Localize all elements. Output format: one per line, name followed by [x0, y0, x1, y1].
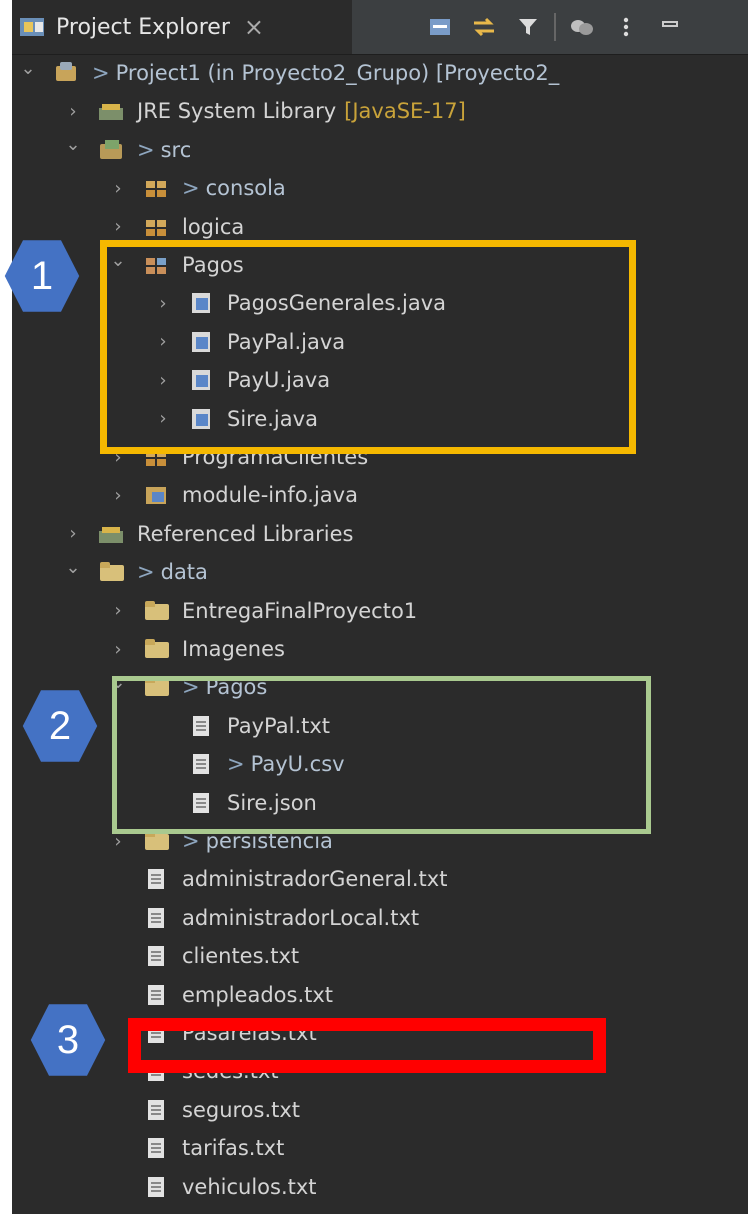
change-marker: >	[182, 176, 200, 201]
tree-item-label: vehiculos.txt	[182, 1174, 317, 1199]
tree-item-decoration: [JavaSE-17]	[344, 99, 466, 124]
project-explorer-icon	[20, 16, 46, 38]
tree-item[interactable]: › module-info.java	[12, 476, 748, 514]
source-folder-icon	[99, 139, 125, 161]
tree-item-label: clientes.txt	[182, 944, 300, 969]
tree-item[interactable]: › Referenced Libraries	[12, 515, 748, 553]
change-marker: >	[92, 61, 110, 85]
tree-item-label: consola	[205, 176, 286, 201]
view-tab-bar: Project Explorer ×	[12, 0, 748, 55]
text-file-icon	[144, 868, 170, 890]
folder-icon	[144, 638, 170, 660]
tree-item[interactable]: › > consola	[12, 169, 748, 207]
filter-icon	[519, 19, 537, 35]
chevron-right-icon[interactable]: ›	[108, 600, 128, 621]
change-marker: >	[137, 137, 155, 162]
tree-item[interactable]: › JRE System Library [JavaSE-17]	[12, 92, 748, 130]
tab-project-explorer[interactable]: Project Explorer ×	[12, 0, 352, 54]
tree-item-label: seguros.txt	[182, 1097, 301, 1122]
text-file-icon	[144, 1099, 170, 1121]
tree-item[interactable]: ›administradorLocal.txt	[12, 899, 748, 937]
tree-item[interactable]: ›empleados.txt	[12, 976, 748, 1014]
library-icon	[99, 100, 125, 122]
number-badge-3: 3	[30, 1002, 106, 1078]
folder-icon	[99, 561, 125, 583]
tree-item-label: module-info.java	[182, 483, 358, 508]
folder-icon	[144, 600, 170, 622]
tree-item-label: empleados.txt	[182, 982, 334, 1007]
chevron-right-icon[interactable]: ›	[108, 216, 128, 237]
tree-item[interactable]: › EntregaFinalProyecto1	[12, 592, 748, 630]
chevron-right-icon[interactable]: ›	[63, 101, 83, 122]
highlight-box-data-pagos	[112, 676, 651, 834]
module-file-icon	[144, 484, 170, 506]
tree-item[interactable]: ›clientes.txt	[12, 937, 748, 975]
badge-number: 2	[48, 703, 72, 748]
tree-item-label: administradorLocal.txt	[182, 905, 420, 930]
tree-item-label: administradorGeneral.txt	[182, 867, 448, 892]
tree-item[interactable]: ›vehiculos.txt	[12, 1168, 748, 1206]
tree-item[interactable]: ›seguros.txt	[12, 1091, 748, 1129]
library-icon	[99, 523, 125, 545]
tree-item-label: tarifas.txt	[182, 1136, 285, 1161]
chevron-down-icon[interactable]: ⌄	[63, 134, 83, 155]
more-vertical-icon	[623, 17, 629, 37]
badge-number: 3	[56, 1017, 80, 1062]
view-menu-button[interactable]	[608, 11, 644, 43]
number-badge-2: 2	[22, 688, 98, 764]
tree-item[interactable]: ›administradorGeneral.txt	[12, 860, 748, 898]
close-icon[interactable]: ×	[244, 13, 264, 41]
tree-item-label: logica	[182, 214, 245, 239]
text-file-icon	[144, 984, 170, 1006]
text-file-icon	[144, 1137, 170, 1159]
chevron-right-icon[interactable]: ›	[108, 639, 128, 660]
tree-item-label: src	[160, 137, 192, 162]
link-with-editor-button[interactable]	[466, 11, 502, 43]
tab-title: Project Explorer	[56, 14, 230, 40]
tree-item[interactable]: ›tarifas.txt	[12, 1129, 748, 1167]
tree-item-label: EntregaFinalProyecto1	[182, 598, 418, 623]
chevron-down-icon[interactable]: ⌄	[18, 58, 38, 79]
tree-item-label: Project1 (in Proyecto2_Grupo) [Proyecto2…	[115, 61, 560, 85]
link-arrows-icon	[474, 17, 494, 37]
collapse-all-icon	[430, 19, 450, 35]
tree-item-label: JRE System Library	[137, 99, 337, 124]
chevron-right-icon[interactable]: ›	[108, 485, 128, 506]
chevron-down-icon[interactable]: ⌄	[63, 557, 83, 578]
chevron-right-icon[interactable]: ›	[63, 523, 83, 544]
view-toolbar	[422, 8, 696, 46]
highlight-box-pasarelas	[128, 1018, 606, 1073]
tree-item[interactable]: ⌄ > src	[12, 131, 748, 169]
change-marker: >	[137, 560, 155, 585]
toolbar-separator	[554, 13, 556, 41]
number-badge-1: 1	[4, 238, 80, 314]
tree-item[interactable]: ⌄ > Project1 (in Proyecto2_Grupo) [Proyect…	[12, 54, 748, 92]
chevron-right-icon[interactable]: ›	[108, 178, 128, 199]
minimize-icon	[662, 21, 678, 27]
tree-item[interactable]: ⌄ > data	[12, 553, 748, 591]
project-icon	[54, 62, 80, 84]
package-icon	[144, 216, 170, 238]
badge-number: 1	[30, 253, 54, 298]
tree-item-label: data	[160, 560, 208, 585]
tree-item-label: Imagenes	[182, 637, 285, 661]
tree-item[interactable]: › Imagenes	[12, 630, 748, 668]
text-file-icon	[144, 945, 170, 967]
text-file-icon	[144, 1176, 170, 1198]
collapse-all-button[interactable]	[422, 11, 458, 43]
tree-item-label: Referenced Libraries	[137, 521, 354, 546]
package-icon	[144, 177, 170, 199]
filter-button[interactable]	[510, 11, 546, 43]
focus-on-active-task-button[interactable]	[564, 11, 600, 43]
minimize-button[interactable]	[652, 11, 688, 43]
highlight-box-logic-pagos	[100, 240, 636, 454]
text-file-icon	[144, 907, 170, 929]
task-focus-icon	[571, 20, 593, 35]
